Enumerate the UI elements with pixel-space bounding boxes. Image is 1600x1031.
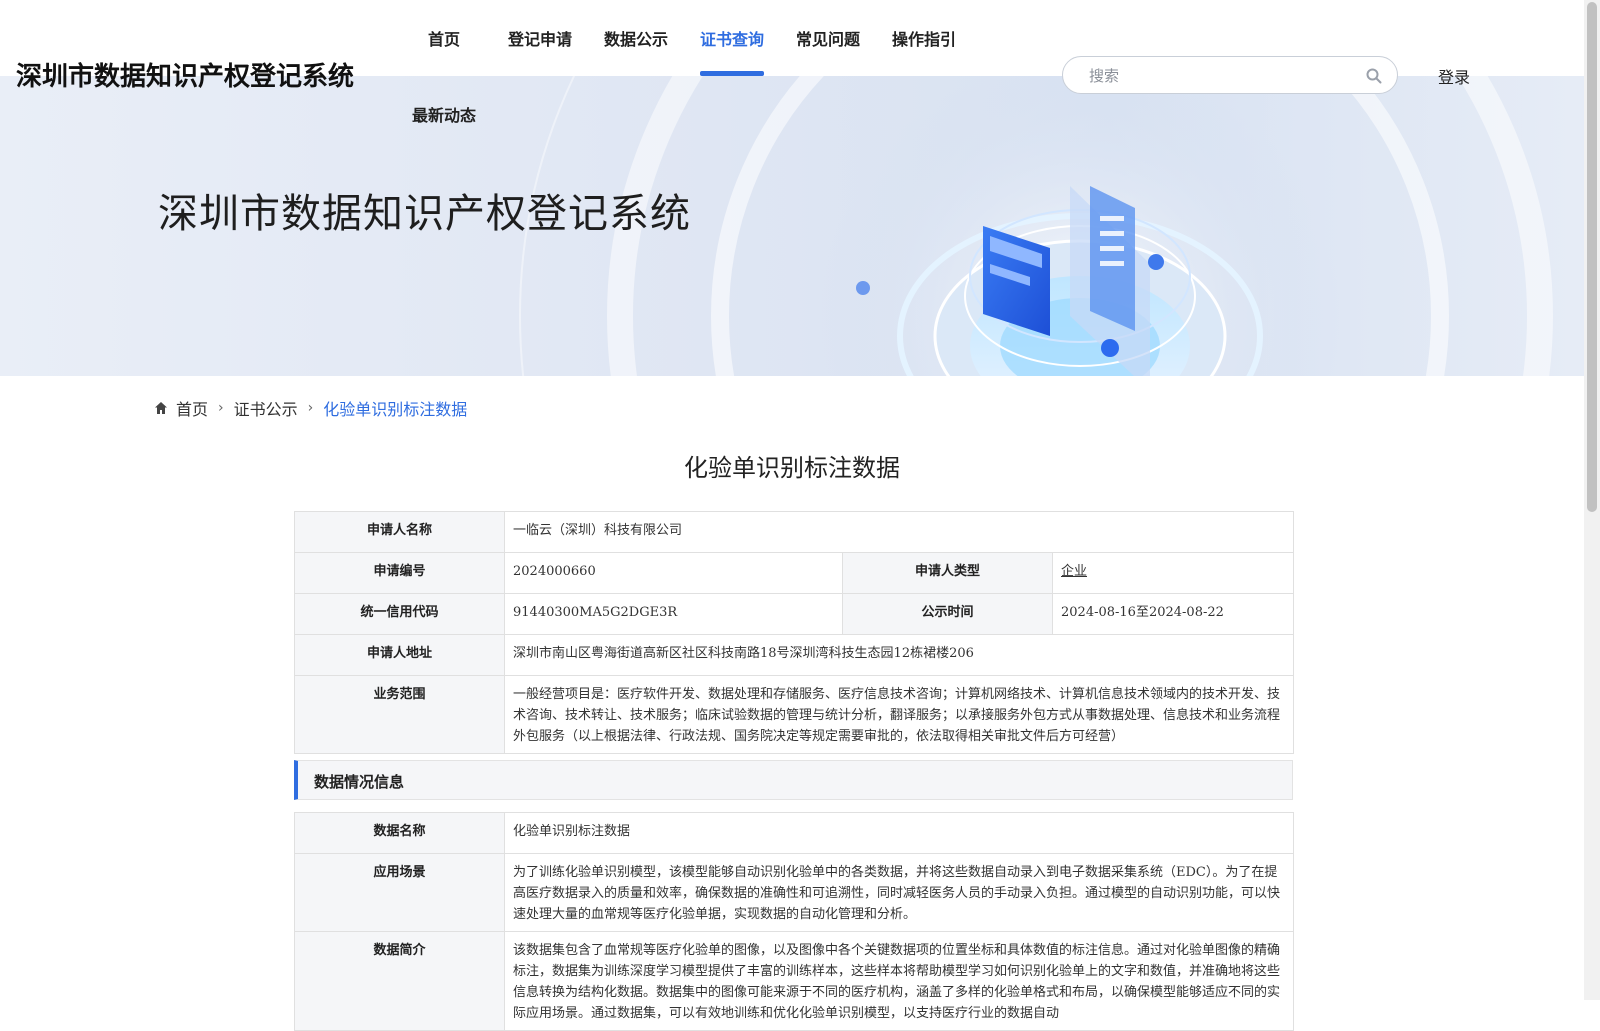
- login-link[interactable]: 登录: [1438, 64, 1470, 88]
- nav-guide[interactable]: 操作指引: [892, 26, 956, 50]
- page-scrollbar[interactable]: [1584, 0, 1600, 1000]
- table-row: 业务范围 一般经营项目是：医疗软件开发、数据处理和存储服务、医疗信息技术咨询；计…: [294, 675, 1295, 754]
- nav-active-indicator: [700, 71, 764, 76]
- search-box: [1062, 56, 1398, 94]
- banner-title: 深圳市数据知识产权登记系统: [158, 191, 691, 237]
- applicant-type-value: 企业: [1051, 552, 1295, 594]
- data-info-section-header: 数据情况信息: [294, 760, 1293, 800]
- credit-code-value: 91440300MA5G2DGE3R: [504, 593, 843, 635]
- section-title: 数据情况信息: [314, 773, 405, 791]
- table-row: 申请人名称 一临云（深圳）科技有限公司: [294, 511, 1295, 553]
- notice-period-value: 2024-08-16至2024-08-22: [1051, 593, 1295, 635]
- data-name-label: 数据名称: [294, 812, 505, 854]
- table-row: 申请人地址 深圳市南山区粤海街道高新区社区科技南路18号深圳湾科技生态园12栋裙…: [294, 634, 1295, 676]
- chevron-right-icon: ›: [307, 400, 314, 416]
- table-row: 数据简介 该数据集包含了血常规等医疗化验单的图像，以及图像中各个关键数据项的位置…: [294, 931, 1294, 1031]
- hero-banner: 深圳市数据知识产权登记系统: [0, 76, 1584, 376]
- applicant-type-label: 申请人类型: [842, 552, 1053, 594]
- data-intro-value: 该数据集包含了血常规等医疗化验单的图像，以及图像中各个关键数据项的位置坐标和具体…: [504, 931, 1294, 1031]
- search-input[interactable]: [1087, 64, 1351, 88]
- nav-home[interactable]: 首页: [428, 26, 460, 50]
- nav-news[interactable]: 最新动态: [412, 102, 476, 126]
- breadcrumb-current: 化验单识别标注数据: [323, 400, 468, 419]
- data-name-value: 化验单识别标注数据: [504, 812, 1294, 854]
- application-scene-label: 应用场景: [294, 853, 505, 932]
- table-row: 申请编号 2024000660 申请人类型 企业: [294, 552, 1295, 594]
- data-info-table: 数据名称 化验单识别标注数据 应用场景 为了训练化验单识别模型，该模型能够自动识…: [294, 812, 1294, 1031]
- application-code-label: 申请编号: [294, 552, 505, 594]
- search-icon[interactable]: [1365, 67, 1383, 85]
- credit-code-label: 统一信用代码: [294, 593, 505, 635]
- applicant-info-table: 申请人名称 一临云（深圳）科技有限公司 申请编号 2024000660 申请人类…: [294, 511, 1295, 754]
- business-scope-value: 一般经营项目是：医疗软件开发、数据处理和存储服务、医疗信息技术咨询；计算机网络技…: [503, 675, 1295, 754]
- breadcrumb-home[interactable]: 首页: [176, 396, 208, 420]
- application-code-value: 2024000660: [504, 552, 843, 594]
- nav-certificate-query[interactable]: 证书查询: [700, 26, 764, 50]
- nav-faq[interactable]: 常见问题: [796, 26, 860, 50]
- applicant-name-label: 申请人名称: [294, 511, 505, 553]
- chevron-right-icon: ›: [218, 400, 224, 416]
- table-row: 应用场景 为了训练化验单识别模型，该模型能够自动识别化验单中的各类数据，并将这些…: [294, 853, 1294, 932]
- scrollbar-thumb[interactable]: [1587, 2, 1597, 512]
- applicant-name-value: 一临云（深圳）科技有限公司: [503, 511, 1295, 553]
- site-title[interactable]: 深圳市数据知识产权登记系统: [16, 56, 354, 93]
- page-title: 化验单识别标注数据: [684, 454, 900, 482]
- breadcrumb: 首页 › 证书公示 › 化验单识别标注数据: [154, 396, 467, 420]
- applicant-address-label: 申请人地址: [294, 634, 505, 676]
- table-row: 统一信用代码 91440300MA5G2DGE3R 公示时间 2024-08-1…: [294, 593, 1295, 635]
- business-scope-label: 业务范围: [294, 675, 505, 754]
- application-scene-value: 为了训练化验单识别模型，该模型能够自动识别化验单中的各类数据，并将这些数据自动录…: [504, 853, 1294, 932]
- nav-register[interactable]: 登记申请: [508, 26, 572, 50]
- notice-period-label: 公示时间: [842, 593, 1053, 635]
- nav-data-notice[interactable]: 数据公示: [604, 26, 668, 50]
- home-icon: [155, 402, 167, 414]
- applicant-address-value: 深圳市南山区粤海街道高新区社区科技南路18号深圳湾科技生态园12栋裙楼206: [503, 634, 1295, 676]
- breadcrumb-certificate-notice[interactable]: 证书公示: [234, 396, 298, 420]
- table-row: 数据名称 化验单识别标注数据: [294, 812, 1294, 854]
- data-intro-label: 数据简介: [294, 931, 505, 1031]
